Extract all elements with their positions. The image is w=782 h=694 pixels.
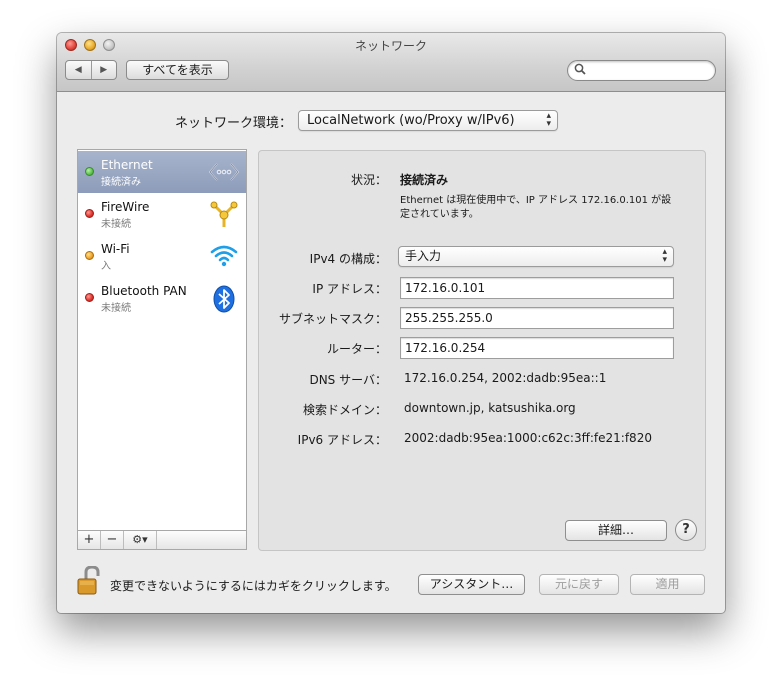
back-forward-control: ◀ ▶	[65, 60, 117, 80]
detail-panel: 状況： 接続済み Ethernet は現在使用中で、IP アドレス 172.16…	[258, 150, 706, 551]
title-bar: ネットワーク ◀ ▶ すべてを表示	[57, 33, 725, 92]
search-domain-label: 検索ドメイン：	[302, 403, 387, 417]
apply-button[interactable]: 適用	[630, 574, 705, 595]
service-name: FireWire	[101, 200, 150, 214]
forward-button[interactable]: ▶	[92, 61, 117, 79]
gear-menu-button[interactable]: ⚙▾	[124, 531, 157, 549]
location-popup[interactable]: LocalNetwork (wo/Proxy w/IPv6) ▴ ▾	[298, 110, 558, 131]
service-item-firewire[interactable]: FireWire 未接続	[78, 193, 246, 235]
status-dot-on	[85, 251, 94, 260]
ethernet-icon	[208, 158, 240, 186]
service-status: 未接続	[101, 303, 131, 314]
advanced-button[interactable]: 詳細…	[565, 520, 667, 541]
dns-server-label: DNS サーバ：	[309, 373, 387, 387]
search-field[interactable]	[567, 60, 716, 81]
lock-message: 変更できないようにするにはカギをクリックします。	[110, 579, 397, 593]
service-status: 入	[101, 261, 111, 272]
location-label: ネットワーク環境：	[175, 116, 293, 131]
ipv4-config-label: IPv4 の構成：	[309, 252, 387, 266]
show-all-button[interactable]: すべてを表示	[126, 60, 229, 80]
status-dot-connected	[85, 167, 94, 176]
subnet-mask-field[interactable]: 255.255.255.0	[400, 307, 674, 329]
remove-service-button[interactable]: −	[101, 531, 124, 549]
status-description: Ethernet は現在使用中で、IP アドレス 172.16.0.101 が設	[400, 195, 672, 206]
ipv6-address-value: 2002:dadb:95ea:1000:c62c:3ff:fe21:f820	[404, 431, 652, 445]
subnet-mask-label: サブネットマスク：	[278, 312, 387, 326]
network-preferences-window: ネットワーク ◀ ▶ すべてを表示 ネットワーク環境： LocalNetwork…	[57, 33, 725, 613]
add-service-button[interactable]: +	[78, 531, 101, 549]
service-name: Wi-Fi	[101, 242, 130, 256]
ipv4-config-popup[interactable]: 手入力 ▴ ▾	[398, 246, 674, 267]
service-item-ethernet[interactable]: Ethernet 接続済み	[78, 151, 246, 193]
service-name: Ethernet	[101, 158, 153, 172]
popup-arrows-icon: ▴ ▾	[546, 111, 551, 129]
service-item-wifi[interactable]: Wi-Fi 入	[78, 235, 246, 277]
service-list-toolbar: + − ⚙▾	[77, 530, 247, 550]
ip-address-label: IP アドレス：	[312, 282, 387, 296]
lock-icon[interactable]	[76, 565, 102, 596]
search-icon	[574, 63, 586, 78]
ip-address-field[interactable]: 172.16.0.101	[400, 277, 674, 299]
router-field[interactable]: 172.16.0.254	[400, 337, 674, 359]
revert-button[interactable]: 元に戻す	[539, 574, 619, 595]
service-item-bluetooth-pan[interactable]: Bluetooth PAN 未接続	[78, 277, 246, 319]
service-name: Bluetooth PAN	[101, 284, 187, 298]
assistant-button[interactable]: アシスタント…	[418, 574, 525, 595]
status-value: 接続済み	[400, 173, 449, 187]
window-title: ネットワーク	[354, 39, 427, 53]
search-domain-value: downtown.jp, katsushika.org	[404, 401, 576, 415]
status-label: 状況：	[350, 173, 387, 187]
dns-server-value: 172.16.0.254, 2002:dadb:95ea::1	[404, 371, 607, 385]
firewire-icon	[209, 200, 239, 228]
ipv4-config-value: 手入力	[405, 249, 442, 263]
bluetooth-icon	[209, 284, 239, 313]
status-dot-disconnected	[85, 293, 94, 302]
back-button[interactable]: ◀	[66, 61, 92, 79]
service-status: 接続済み	[101, 177, 141, 188]
router-label: ルーター：	[326, 342, 387, 356]
popup-arrows-icon: ▴ ▾	[662, 247, 667, 265]
help-button[interactable]: ?	[675, 519, 697, 541]
service-status: 未接続	[101, 219, 131, 230]
status-description-cont: 定されています。	[400, 209, 479, 220]
wifi-icon	[209, 242, 239, 270]
service-list: Ethernet 接続済み FireWire 未接続 Wi-Fi 入 Bluet…	[77, 149, 247, 531]
ipv6-address-label: IPv6 アドレス：	[297, 433, 387, 447]
location-value: LocalNetwork (wo/Proxy w/IPv6)	[307, 113, 515, 128]
status-dot-disconnected	[85, 209, 94, 218]
